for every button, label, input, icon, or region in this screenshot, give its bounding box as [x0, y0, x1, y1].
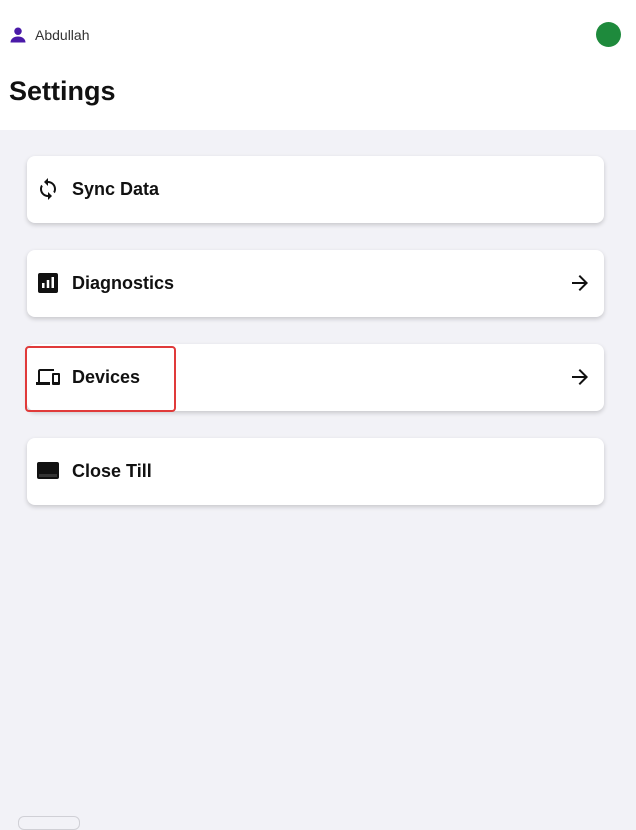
person-icon — [10, 27, 26, 43]
user-info[interactable]: Abdullah — [9, 25, 90, 45]
menu-item-label: Close Till — [72, 461, 152, 481]
till-icon — [37, 462, 59, 479]
status-indicator — [596, 22, 621, 47]
devices-icon — [36, 369, 60, 385]
bottom-tab-stub — [18, 816, 80, 830]
menu-item-label: Devices — [72, 367, 141, 387]
app-header: Abdullah Settings — [0, 0, 636, 130]
arrow-right-icon — [572, 369, 588, 385]
menu-item-diagnostics[interactable]: Diagnostics — [27, 250, 604, 317]
sync-icon — [40, 178, 56, 200]
arrow-right-icon — [572, 275, 588, 291]
menu-item-close-till[interactable]: Close Till — [27, 438, 604, 505]
menu-item-label: Diagnostics — [72, 273, 175, 293]
menu-item-label: Sync Data — [72, 179, 160, 199]
menu-item-sync-data[interactable]: Sync Data — [27, 156, 604, 223]
menu-item-devices[interactable]: Devices — [27, 344, 604, 411]
page-title: Settings — [9, 76, 116, 106]
diagnostics-chart-icon — [38, 273, 58, 293]
user-name: Abdullah — [35, 27, 90, 43]
